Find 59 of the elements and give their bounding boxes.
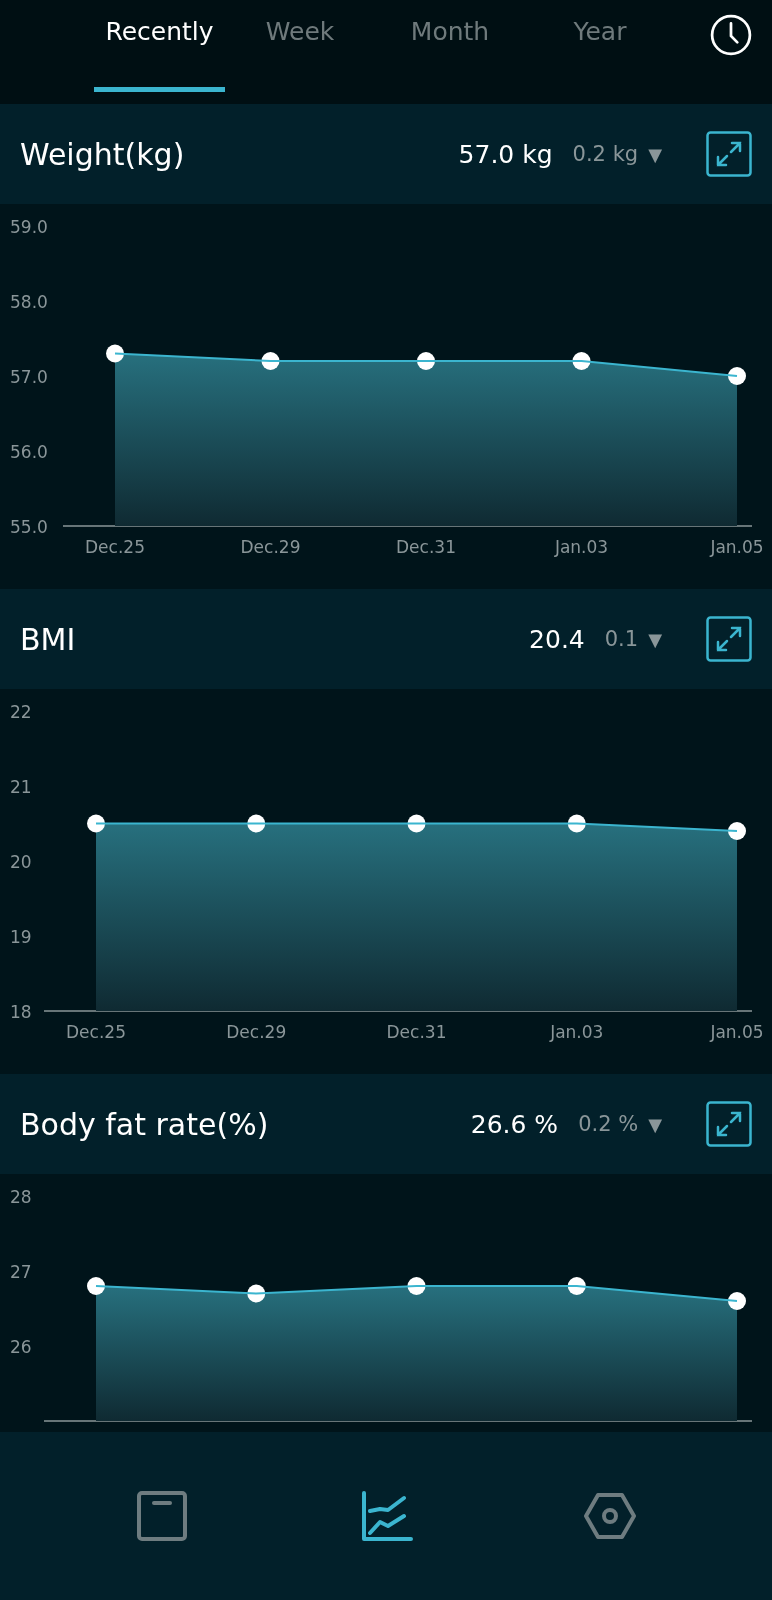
period-tab[interactable]: Recently — [94, 0, 225, 92]
period-tab[interactable]: Month — [375, 0, 525, 92]
data-point — [407, 814, 426, 833]
axis-label: 59.0 — [10, 217, 48, 237]
axis-label: 19 — [10, 927, 32, 947]
change-value: 0.2 % — [578, 1112, 639, 1136]
data-point — [728, 822, 746, 840]
data-point — [417, 352, 435, 370]
axis-label: 22 — [10, 702, 32, 722]
data-point — [261, 352, 280, 370]
data-point — [572, 352, 591, 370]
axis-label: Dec.25 — [66, 1022, 126, 1042]
section-title: Weight(kg) — [20, 136, 186, 172]
data-point — [728, 1292, 746, 1310]
expand-button[interactable] — [706, 616, 752, 662]
data-point — [247, 814, 266, 833]
axis-label: Jan.03 — [554, 537, 609, 557]
current-value: 20.4 — [529, 624, 585, 654]
data-point — [106, 344, 124, 363]
axis-label: Dec.29 — [226, 1022, 287, 1042]
axis-label: 58.0 — [10, 292, 48, 312]
period-tab[interactable]: Week — [225, 0, 375, 92]
trend-icon: ▼ — [648, 1113, 662, 1135]
data-point — [407, 1277, 426, 1295]
period-tab[interactable]: Year — [525, 0, 675, 92]
change-value: 0.1 — [604, 627, 639, 651]
section-title: Body fat rate(%) — [20, 1106, 270, 1142]
data-point — [728, 367, 746, 385]
data-point — [567, 814, 586, 833]
current-value: 57.0 kg — [458, 139, 553, 169]
axis-label: Jan.05 — [710, 537, 764, 557]
axis-label: 18 — [10, 1002, 32, 1022]
axis-label: 57.0 — [10, 367, 48, 387]
axis-label: Jan.05 — [710, 1022, 764, 1042]
change-value: 0.2 kg — [572, 142, 639, 166]
axis-label: 21 — [10, 777, 32, 797]
clock-icon[interactable] — [710, 14, 752, 56]
data-point — [87, 814, 105, 833]
expand-button[interactable] — [706, 131, 752, 177]
trend-icon: ▼ — [648, 143, 662, 165]
axis-label: Dec.31 — [386, 1022, 447, 1042]
data-point — [87, 1277, 105, 1295]
axis-label: 55.0 — [10, 517, 48, 537]
trend-icon: ▼ — [648, 628, 662, 650]
axis-label: Dec.31 — [396, 537, 456, 557]
axis-label: 26 — [10, 1337, 32, 1357]
axis-label: 56.0 — [10, 442, 48, 462]
axis-label: 27 — [10, 1262, 32, 1282]
axis-label: Dec.29 — [240, 537, 301, 557]
data-point — [247, 1284, 266, 1303]
scale-icon[interactable] — [134, 1488, 190, 1544]
axis-label: 28 — [10, 1187, 32, 1207]
axis-label: Jan.03 — [550, 1022, 604, 1042]
axis-label: 20 — [10, 852, 32, 872]
expand-button[interactable] — [706, 1101, 752, 1147]
data-point — [567, 1277, 586, 1295]
axis-label: Dec.25 — [85, 537, 145, 557]
section-title: BMI — [20, 621, 77, 657]
current-value: 26.6 % — [470, 1109, 559, 1139]
